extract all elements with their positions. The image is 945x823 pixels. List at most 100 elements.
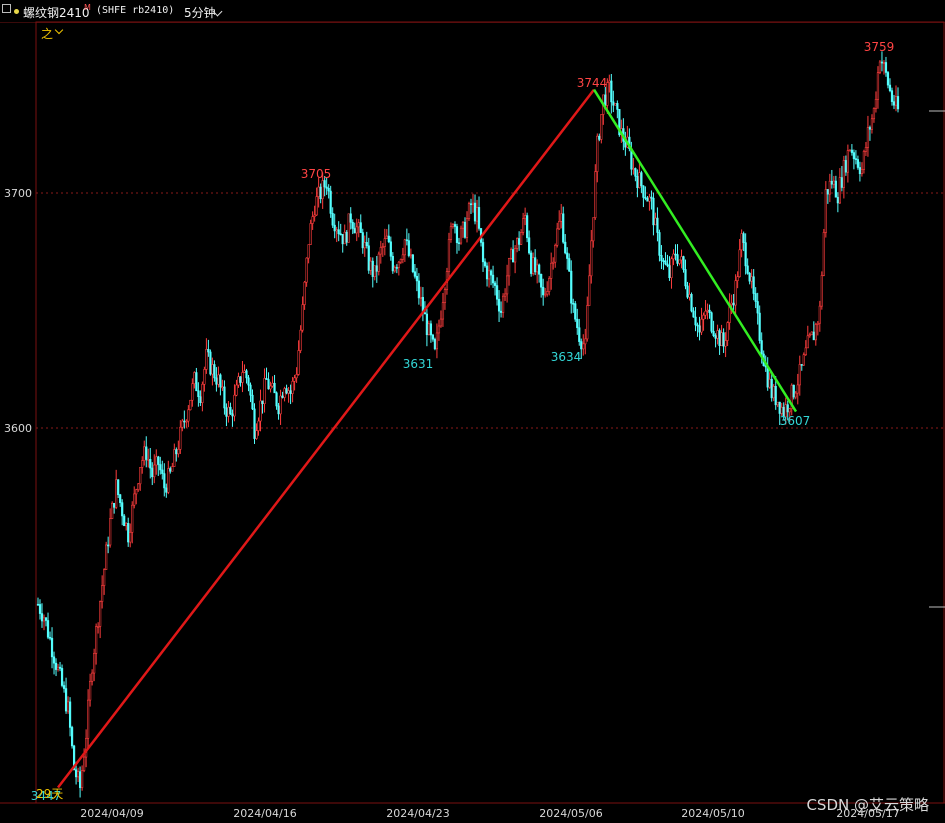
candle-body [207, 349, 210, 353]
candle-body [758, 312, 761, 341]
candle-body [189, 399, 192, 411]
candle-body [137, 483, 140, 491]
candle-body [844, 160, 847, 173]
candle-body [692, 310, 695, 318]
candle-body [385, 235, 388, 239]
candle-body [405, 239, 408, 242]
candle-body [520, 232, 523, 245]
candle-body [596, 135, 599, 172]
candle-body [115, 479, 118, 508]
candle-body [564, 241, 567, 254]
candle-body [838, 177, 841, 204]
candle-body [722, 332, 725, 347]
candle-body [772, 386, 775, 399]
candle-body [770, 378, 773, 399]
candle-body [197, 390, 200, 398]
candle-body [271, 382, 274, 387]
candle-body [896, 96, 900, 110]
candle-body [295, 374, 298, 379]
candle-body [530, 252, 533, 274]
candle-body [700, 318, 703, 333]
candle-body [255, 430, 258, 439]
candle-body [590, 240, 593, 277]
candle-body [888, 84, 892, 91]
wave-line-up [57, 88, 595, 789]
candle-body [610, 80, 613, 103]
candle-body [403, 239, 406, 256]
candle-body [315, 196, 318, 216]
candle-body [113, 502, 116, 508]
candle-body [359, 222, 362, 233]
candle-body [129, 532, 132, 543]
candle-body [329, 190, 332, 214]
candle-body [427, 323, 431, 336]
candle-body [447, 239, 451, 272]
candle-body [245, 370, 248, 379]
candle-body [301, 304, 304, 331]
candle-body [842, 160, 845, 188]
candle-body [880, 61, 884, 64]
candle-body [560, 213, 563, 222]
candle-body [177, 449, 180, 455]
candle-body [662, 260, 665, 262]
candle-body [738, 249, 741, 277]
candle-body [379, 247, 382, 255]
candle-body [119, 494, 122, 503]
candle-body [201, 383, 204, 404]
candle-body [81, 770, 84, 788]
candle-body [263, 378, 266, 405]
candle-body [580, 341, 583, 350]
candle-body [74, 769, 78, 778]
candle-body [582, 343, 585, 350]
candle-body [147, 459, 150, 461]
candle-body [221, 386, 224, 389]
candle-body [493, 282, 497, 286]
candle-body [477, 207, 481, 229]
candle-body [141, 460, 144, 468]
candle-body [481, 242, 485, 263]
candle-body [211, 364, 214, 375]
candle-body [532, 257, 535, 274]
candle-body [666, 263, 669, 266]
candle-body [307, 244, 310, 259]
candle-body [461, 221, 465, 229]
candle-body [554, 244, 557, 263]
candle-body [516, 238, 519, 249]
candle-body [195, 372, 198, 392]
candle-body [93, 653, 96, 674]
candle-body [249, 384, 252, 396]
candle-body [389, 241, 392, 257]
candle-body [832, 180, 835, 185]
candle-body [161, 469, 164, 474]
candle-body [209, 351, 212, 375]
candle-body [58, 666, 62, 669]
candle-body [668, 265, 671, 279]
candle-body [251, 394, 254, 410]
candle-body [876, 72, 880, 100]
candle-body [257, 420, 260, 431]
candle-body [219, 374, 222, 388]
candle-body [303, 281, 306, 305]
candle-body [780, 406, 783, 414]
candle-body [361, 232, 364, 249]
candle-body [566, 252, 569, 259]
candle-body [287, 390, 290, 394]
candle-body [471, 202, 475, 205]
candle-body [337, 229, 340, 235]
candlestick-chart[interactable]: 3600 3700 2024/04/09 2024/04/16 2024/04/23 2… [0, 0, 945, 823]
candle-body [890, 90, 894, 102]
candle-body [36, 603, 40, 606]
candle-body [726, 322, 729, 341]
candle-body [548, 278, 551, 292]
candle-body [836, 196, 839, 204]
candle-body [574, 303, 577, 320]
candle-body [54, 662, 58, 670]
candle-body [411, 254, 414, 272]
candle-body [860, 169, 864, 175]
candle-body [572, 302, 575, 305]
candle-body [155, 456, 158, 466]
candle-body [491, 274, 495, 284]
candle-body [311, 216, 314, 224]
candle-body [884, 62, 888, 73]
candle-body [323, 180, 326, 188]
